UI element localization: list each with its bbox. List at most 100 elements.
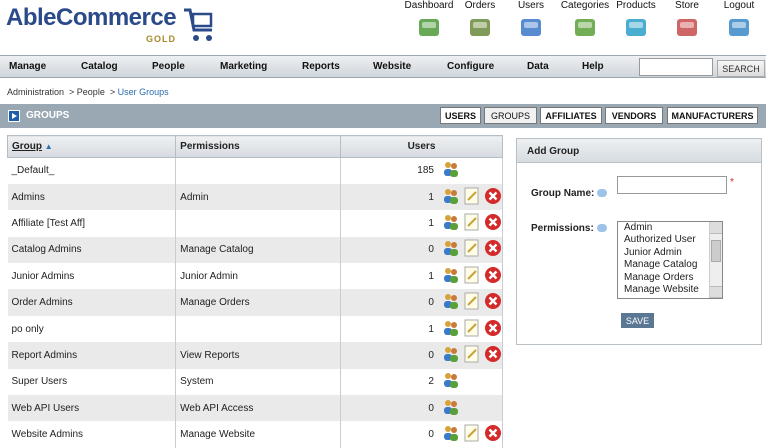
table-row: Catalog Admins Manage Catalog 0 xyxy=(7,236,504,264)
delete-icon[interactable] xyxy=(484,187,502,208)
edit-icon[interactable] xyxy=(463,292,481,313)
permissions-cell xyxy=(175,157,341,184)
delete-icon[interactable] xyxy=(484,424,502,445)
permission-option[interactable]: Junior Admin xyxy=(621,247,722,259)
members-icon[interactable] xyxy=(442,345,460,366)
tab-affiliates[interactable]: AFFILIATES xyxy=(540,107,602,124)
members-icon[interactable] xyxy=(442,213,460,234)
help-icon[interactable] xyxy=(596,224,607,233)
search-button[interactable]: SEARCH xyxy=(717,60,765,77)
members-icon[interactable] xyxy=(442,160,460,181)
menu-data[interactable]: Data xyxy=(527,61,549,72)
members-icon[interactable] xyxy=(442,371,460,392)
users-count: 0 xyxy=(428,244,434,256)
tab-manufacturers[interactable]: MANUFACTURERS xyxy=(667,107,758,124)
topnav-logout[interactable]: Logout xyxy=(709,0,766,40)
menu-marketing[interactable]: Marketing xyxy=(220,61,267,72)
members-icon[interactable] xyxy=(442,239,460,260)
users-cell: 0 xyxy=(340,342,504,369)
permission-option[interactable]: Manage Website xyxy=(621,284,722,296)
users-count: 0 xyxy=(428,297,434,309)
members-icon[interactable] xyxy=(442,292,460,313)
topnav-label: Dashboard xyxy=(404,0,454,11)
permission-option[interactable]: Admin xyxy=(621,222,722,234)
users-icon xyxy=(521,19,541,36)
edit-icon[interactable] xyxy=(463,187,481,208)
breadcrumb-administration[interactable]: Administration xyxy=(7,87,64,97)
topnav-label: Logout xyxy=(723,0,755,11)
search-input[interactable] xyxy=(639,58,713,76)
save-button[interactable]: SAVE xyxy=(621,313,654,328)
edit-icon[interactable] xyxy=(463,266,481,287)
users-cell: 1 xyxy=(340,263,504,290)
menu-manage[interactable]: Manage xyxy=(9,61,46,72)
column-users: Users xyxy=(339,135,504,158)
members-icon[interactable] xyxy=(442,319,460,340)
group-name-cell: Super Users xyxy=(7,368,177,396)
edit-icon[interactable] xyxy=(463,319,481,340)
members-icon[interactable] xyxy=(442,424,460,445)
edit-icon[interactable] xyxy=(463,239,481,260)
listbox-scrollbar[interactable] xyxy=(709,222,722,298)
menu-catalog[interactable]: Catalog xyxy=(81,61,118,72)
users-cell: 0 xyxy=(340,289,504,316)
row-actions xyxy=(440,187,502,208)
group-name-input[interactable] xyxy=(617,176,727,194)
permissions-label-text: Permissions: xyxy=(531,223,594,234)
members-icon[interactable] xyxy=(442,398,460,419)
table-row: Super Users System 2 xyxy=(7,368,504,396)
row-actions xyxy=(440,239,502,260)
menu-website[interactable]: Website xyxy=(373,61,411,72)
breadcrumb-user-groups[interactable]: User Groups xyxy=(118,87,169,97)
group-name-cell: Website Admins xyxy=(7,421,177,448)
row-actions xyxy=(440,424,502,445)
delete-icon[interactable] xyxy=(484,266,502,287)
users-count: 0 xyxy=(428,349,434,361)
scroll-thumb[interactable] xyxy=(711,240,721,262)
help-icon[interactable] xyxy=(597,189,608,198)
logo-edition: GOLD xyxy=(146,34,176,44)
topnav-users[interactable]: Users xyxy=(501,0,561,40)
tab-groups[interactable]: GROUPS xyxy=(484,107,537,124)
column-group[interactable]: Group ▲ xyxy=(6,135,177,158)
permission-option[interactable]: Authorized User xyxy=(621,234,722,246)
tab-vendors[interactable]: VENDORS xyxy=(605,107,663,124)
delete-icon[interactable] xyxy=(484,239,502,260)
permissions-listbox[interactable]: Admin Authorized User Junior Admin Manage C… xyxy=(617,221,723,299)
edit-icon[interactable] xyxy=(463,345,481,366)
members-icon[interactable] xyxy=(442,266,460,287)
breadcrumb-people[interactable]: People xyxy=(77,87,105,97)
table-row: Order Admins Manage Orders 0 xyxy=(7,289,504,316)
store-basket-icon xyxy=(677,19,697,36)
edit-icon[interactable] xyxy=(463,424,481,445)
delete-icon[interactable] xyxy=(484,213,502,234)
members-icon[interactable] xyxy=(442,187,460,208)
menu-people[interactable]: People xyxy=(152,61,185,72)
logout-lock-icon xyxy=(729,19,749,36)
permissions-label: Permissions: xyxy=(531,223,607,234)
column-group-label[interactable]: Group xyxy=(12,141,42,152)
group-name-cell: Report Admins xyxy=(7,342,177,369)
permissions-cell xyxy=(175,210,341,237)
users-cell: 185 xyxy=(340,157,504,184)
topnav-store[interactable]: Store xyxy=(657,0,717,40)
group-name-cell: po only xyxy=(7,315,177,343)
scroll-up-icon[interactable] xyxy=(710,222,722,234)
menu-reports[interactable]: Reports xyxy=(302,61,340,72)
table-row: Website Admins Manage Website 0 xyxy=(7,421,504,448)
logo[interactable]: AbleCommerce GOLD xyxy=(6,4,216,46)
permission-option[interactable]: Manage Catalog xyxy=(621,259,722,271)
menu-help[interactable]: Help xyxy=(582,61,604,72)
row-actions xyxy=(440,160,460,181)
topnav-label: Users xyxy=(517,0,545,11)
delete-icon[interactable] xyxy=(484,319,502,340)
tab-users[interactable]: USERS xyxy=(440,107,481,124)
scroll-down-icon[interactable] xyxy=(710,286,722,298)
menu-configure[interactable]: Configure xyxy=(447,61,494,72)
edit-icon[interactable] xyxy=(463,213,481,234)
permissions-cell: Manage Orders xyxy=(175,289,341,316)
permission-option[interactable]: Manage Orders xyxy=(621,272,722,284)
delete-icon[interactable] xyxy=(484,292,502,313)
group-name-cell: Junior Admins xyxy=(7,263,177,290)
delete-icon[interactable] xyxy=(484,345,502,366)
